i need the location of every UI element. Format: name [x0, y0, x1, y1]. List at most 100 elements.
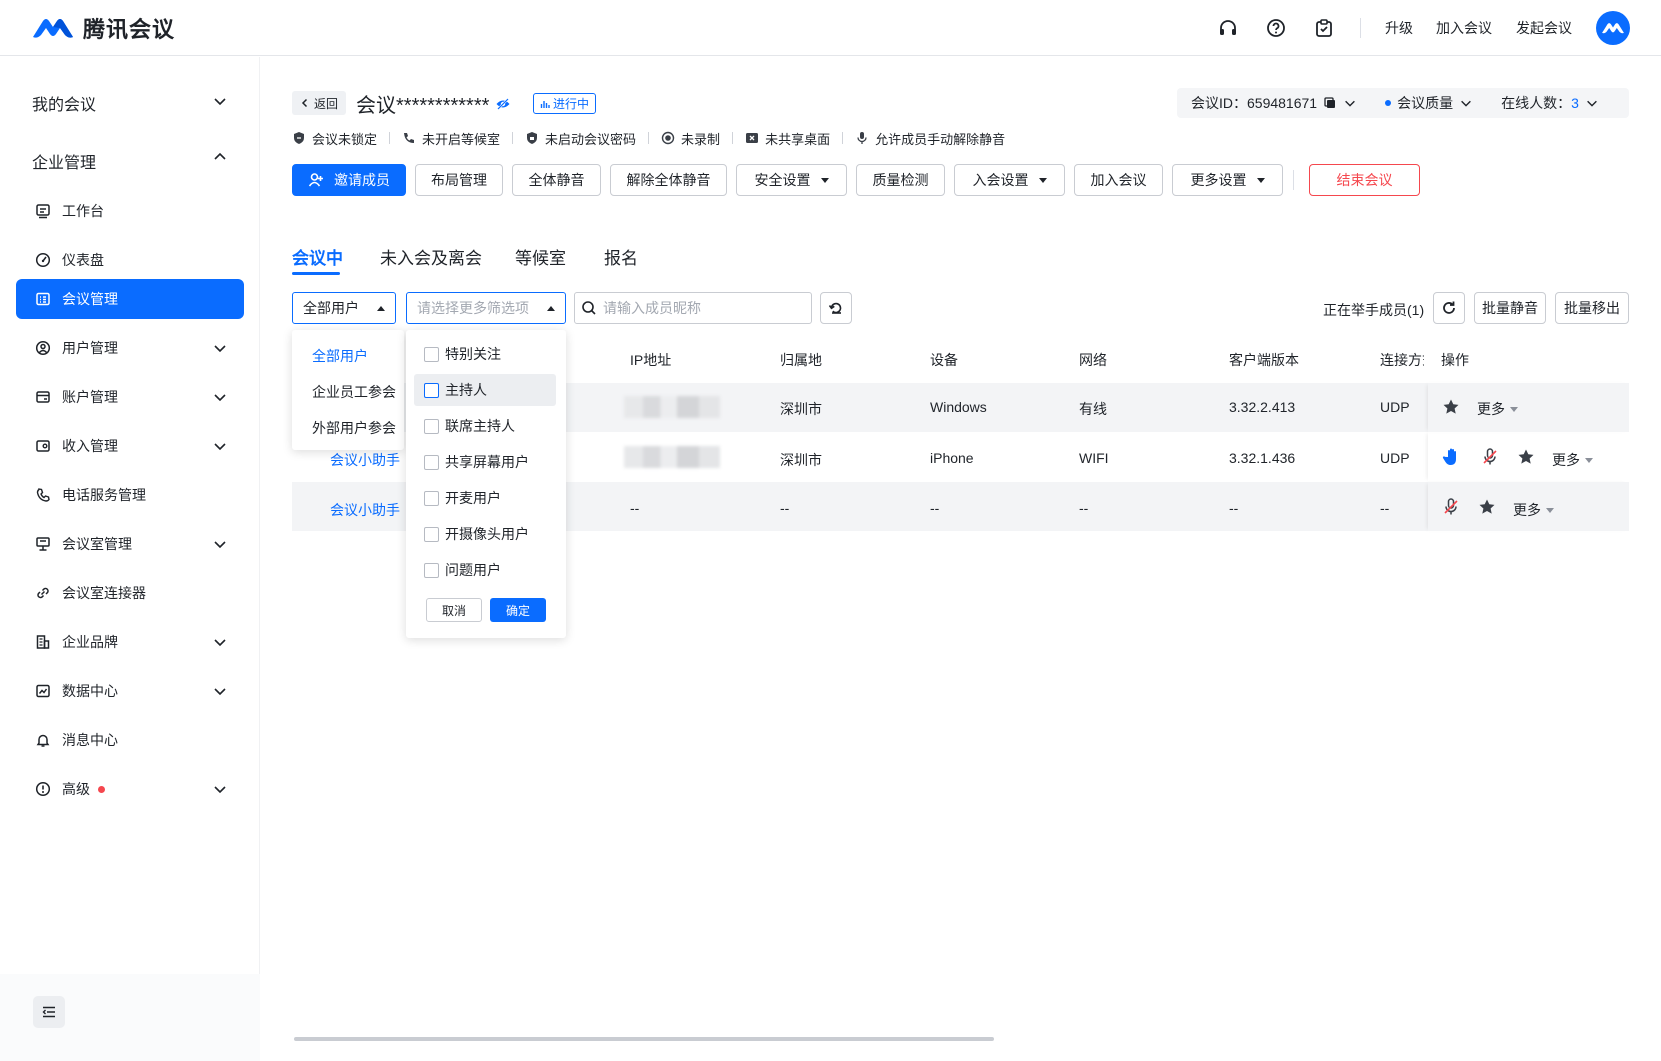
tab-waiting-room[interactable]: 等候室 — [515, 244, 566, 269]
meeting-meta-bar: 会议ID： 659481671 会议质量 在线人数： 3 — [1177, 88, 1629, 118]
filter-checkbox-camera-on[interactable]: 开摄像头用户 — [414, 518, 556, 550]
chevron-up-icon[interactable] — [212, 149, 228, 165]
chevron-down-icon[interactable] — [1343, 96, 1357, 110]
sidebar-item-phone-service[interactable]: 电话服务管理 — [16, 475, 244, 515]
search-input[interactable] — [603, 300, 803, 316]
more-filters-select[interactable]: 请选择更多筛选项 — [406, 292, 566, 324]
checkbox[interactable] — [424, 382, 439, 398]
tab-in-meeting[interactable]: 会议中 — [292, 244, 343, 269]
caret-down-icon — [1256, 177, 1265, 183]
checkbox[interactable] — [424, 454, 439, 470]
invite-members-button[interactable]: 邀请成员 — [292, 164, 406, 196]
app-logo[interactable]: 腾讯会议 — [31, 12, 175, 44]
end-meeting-button[interactable]: 结束会议 — [1309, 164, 1420, 196]
tencent-meeting-logo-icon — [33, 19, 73, 38]
user-type-dropdown: 全部用户 企业员工参会 外部用户参会 — [292, 330, 404, 450]
join-meeting-button[interactable]: 加入会议 — [1074, 164, 1163, 196]
star-icon[interactable] — [1440, 396, 1462, 418]
more-actions[interactable]: 更多 — [1477, 399, 1518, 419]
user-type-select[interactable]: 全部用户 — [292, 292, 396, 324]
filter-checkbox-cohost[interactable]: 联席主持人 — [414, 410, 556, 442]
more-settings-button[interactable]: 更多设置 — [1172, 164, 1283, 196]
chevron-down-icon[interactable] — [212, 93, 228, 109]
checkbox[interactable] — [424, 562, 439, 578]
cell-device: -- — [930, 500, 940, 516]
help-icon[interactable] — [1264, 16, 1288, 40]
dropdown-option[interactable]: 企业员工参会 — [312, 382, 396, 402]
join-settings-button[interactable]: 入会设置 — [954, 164, 1065, 196]
mute-all-button[interactable]: 全体静音 — [512, 164, 601, 196]
batch-remove-button[interactable]: 批量移出 — [1555, 292, 1629, 324]
avatar-logo-icon — [1602, 23, 1624, 34]
star-icon[interactable] — [1515, 446, 1537, 468]
checkbox[interactable] — [424, 490, 439, 506]
online-count-segment[interactable]: 在线人数： 3 — [1487, 88, 1613, 118]
collapse-sidebar-button[interactable] — [33, 996, 65, 1028]
filter-checkbox-special-attention[interactable]: 特别关注 — [414, 338, 556, 370]
reset-filter-button[interactable] — [820, 292, 852, 324]
sidebar-item-meeting-management[interactable]: 会议管理 — [16, 279, 244, 319]
batch-mute-button[interactable]: 批量静音 — [1474, 292, 1546, 324]
status-text: 未启动会议密码 — [545, 131, 637, 147]
upgrade-link[interactable]: 升级 — [1385, 18, 1413, 38]
unmute-all-button[interactable]: 解除全体静音 — [610, 164, 727, 196]
sidebar-item-advanced[interactable]: 高级 — [16, 769, 244, 809]
raise-hand-icon[interactable] — [1441, 446, 1463, 468]
tab-not-joined-left[interactable]: 未入会及离会 — [380, 244, 482, 269]
filter-checkbox-host[interactable]: 主持人 — [414, 374, 556, 406]
quality-check-button[interactable]: 质量检测 — [856, 164, 945, 196]
sidebar-item-room-management[interactable]: 会议室管理 — [16, 524, 244, 564]
microphone-muted-icon[interactable] — [1479, 446, 1501, 468]
sidebar-item-income-management[interactable]: 收入管理 — [16, 426, 244, 466]
more-actions[interactable]: 更多 — [1513, 500, 1554, 520]
clipboard-check-icon[interactable] — [1312, 16, 1336, 40]
horizontal-scrollbar[interactable] — [294, 1037, 994, 1041]
eye-off-icon[interactable] — [495, 96, 511, 112]
more-label: 更多 — [1513, 502, 1541, 518]
raising-hand-count[interactable]: 正在举手成员(1) — [1323, 300, 1424, 320]
checkbox[interactable] — [424, 346, 439, 362]
start-meeting-link[interactable]: 发起会议 — [1516, 18, 1572, 38]
sidebar-group-my-meetings[interactable]: 我的会议 — [32, 91, 96, 115]
tab-registration[interactable]: 报名 — [604, 244, 638, 269]
filter-checkbox-screen-share[interactable]: 共享屏幕用户 — [414, 446, 556, 478]
refresh-button[interactable] — [1433, 292, 1465, 324]
copy-icon[interactable] — [1323, 96, 1337, 110]
star-icon[interactable] — [1476, 496, 1498, 518]
member-search[interactable] — [574, 292, 812, 324]
sidebar-item-data-center[interactable]: 数据中心 — [16, 671, 244, 711]
status-text: 进行中 — [553, 97, 590, 111]
divider — [842, 132, 844, 144]
meeting-quality-segment[interactable]: 会议质量 — [1371, 88, 1487, 118]
gauge-icon — [34, 251, 52, 269]
app-logo-text: 腾讯会议 — [83, 17, 176, 42]
sidebar-item-enterprise-brand[interactable]: 企业品牌 — [16, 622, 244, 662]
headset-icon[interactable] — [1216, 16, 1240, 40]
microphone-muted-icon[interactable] — [1440, 496, 1462, 518]
divider — [732, 132, 734, 144]
security-settings-button[interactable]: 安全设置 — [736, 164, 847, 196]
sidebar-item-user-management[interactable]: 用户管理 — [16, 328, 244, 368]
sidebar-item-dashboard[interactable]: 仪表盘 — [16, 240, 244, 280]
sidebar-item-account-management[interactable]: 账户管理 — [16, 377, 244, 417]
filter-checkbox-mic-on[interactable]: 开麦用户 — [414, 482, 556, 514]
checkbox[interactable] — [424, 418, 439, 434]
sidebar-item-message-center[interactable]: 消息中心 — [16, 720, 244, 760]
sidebar-item-workbench[interactable]: 工作台 — [16, 191, 244, 231]
avatar[interactable] — [1596, 11, 1630, 45]
filter-checkbox-problem-users[interactable]: 问题用户 — [414, 554, 556, 586]
filter-cancel-button[interactable]: 取消 — [426, 598, 482, 622]
cell-member-name[interactable]: 会议小助手 — [330, 450, 400, 470]
dropdown-option[interactable]: 全部用户 — [312, 346, 368, 366]
cell-member-name[interactable]: 会议小助手 — [330, 500, 400, 520]
filter-confirm-button[interactable]: 确定 — [490, 598, 546, 622]
checkbox[interactable] — [424, 526, 439, 542]
sidebar-item-room-connector[interactable]: 会议室连接器 — [16, 573, 244, 613]
record-status: 未录制 — [661, 129, 720, 148]
more-actions[interactable]: 更多 — [1552, 450, 1593, 470]
back-button[interactable]: 返回 — [292, 91, 347, 115]
layout-management-button[interactable]: 布局管理 — [415, 164, 503, 196]
dropdown-option[interactable]: 外部用户参会 — [312, 418, 396, 438]
join-meeting-link[interactable]: 加入会议 — [1436, 18, 1492, 38]
sidebar-group-enterprise[interactable]: 企业管理 — [32, 149, 96, 173]
